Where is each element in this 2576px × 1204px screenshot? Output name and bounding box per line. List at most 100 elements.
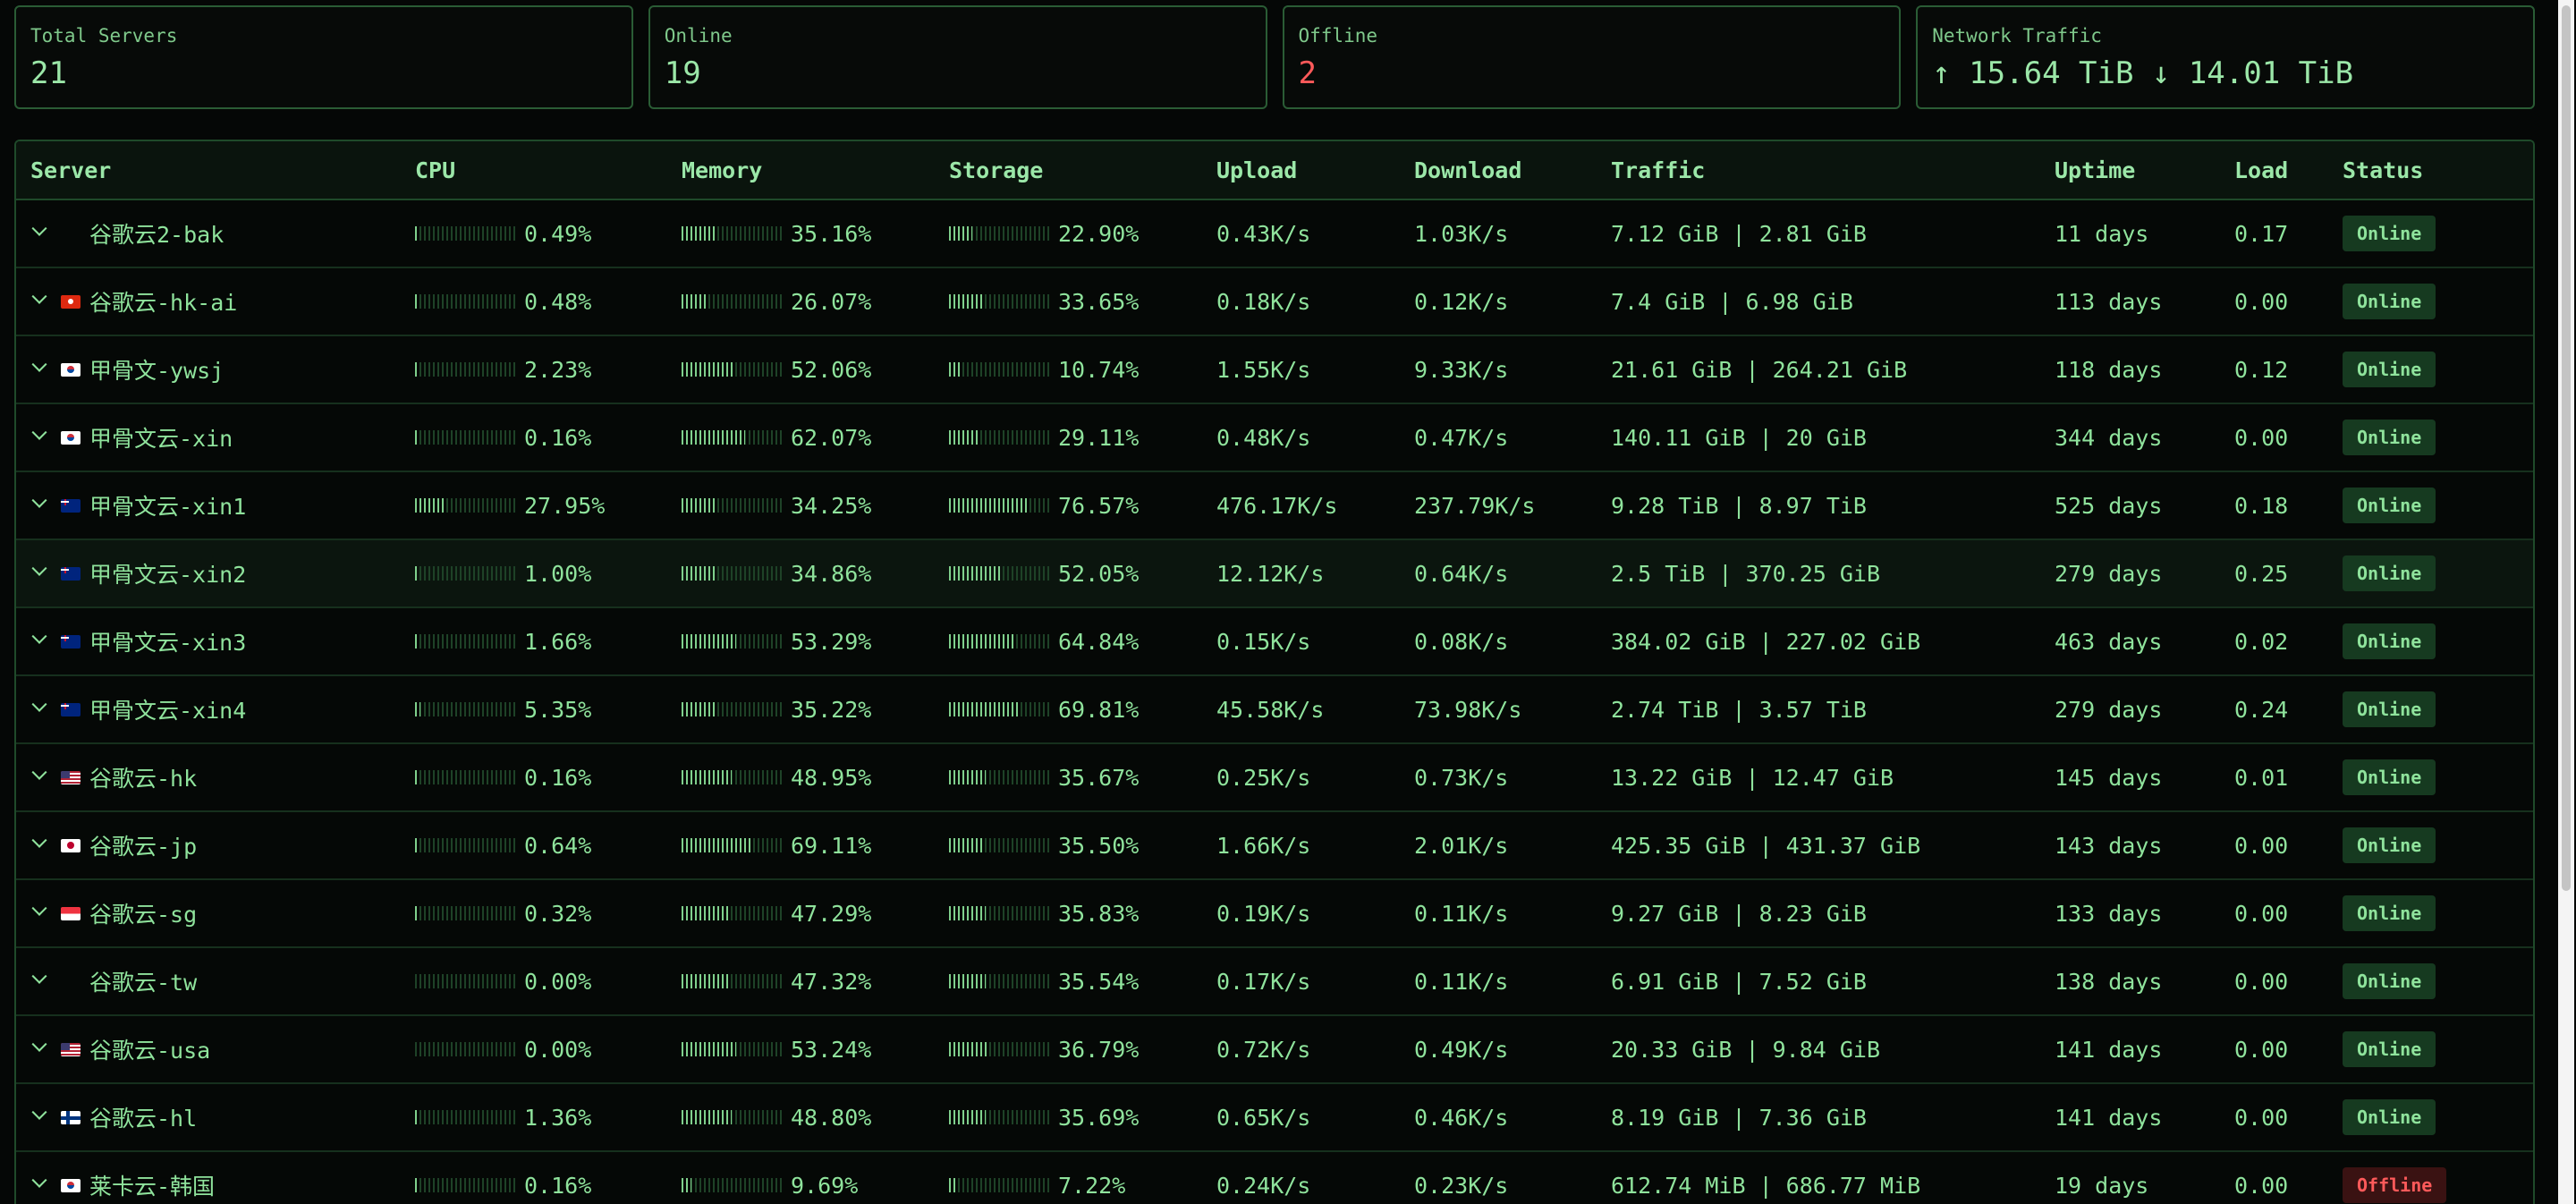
memory-usage-fill	[682, 362, 734, 377]
load-average: 0.02	[2234, 628, 2289, 655]
chevron-down-icon[interactable]	[31, 492, 47, 508]
upload-speed: 0.19K/s	[1216, 900, 1311, 927]
memory-cell: 53.29%	[682, 629, 949, 655]
upload-speed: 0.24K/s	[1216, 1172, 1311, 1199]
table-row[interactable]: 谷歌云-usa 0.00% 53.24% 36.79% 0.72K/s 0.49…	[16, 1016, 2533, 1084]
storage-cell: 69.81%	[949, 697, 1216, 723]
memory-usage-fill	[682, 1110, 732, 1124]
column-header-download[interactable]: Download	[1414, 157, 1611, 183]
download-speed: 73.98K/s	[1414, 696, 1522, 723]
upload-speed: 12.12K/s	[1216, 560, 1325, 587]
table-row[interactable]: 甲骨文云-xin 0.16% 62.07% 29.11% 0.48K/s 0.4…	[16, 404, 2533, 472]
cpu-usage-fill	[415, 362, 418, 377]
page-scrollbar[interactable]	[2558, 0, 2574, 1204]
country-flag-icon	[61, 430, 80, 445]
cpu-value: 0.32%	[524, 900, 592, 927]
uptime: 279 days	[2055, 560, 2163, 587]
storage-cell: 52.05%	[949, 561, 1216, 587]
storage-cell: 35.50%	[949, 833, 1216, 859]
cpu-value: 0.16%	[524, 424, 592, 451]
table-row[interactable]: 甲骨文云-xin3 1.66% 53.29% 64.84% 0.15K/s 0.…	[16, 608, 2533, 676]
column-header-server[interactable]: Server	[16, 157, 415, 183]
table-row[interactable]: 谷歌云2-bak 0.49% 35.16% 22.90% 0.43K/s 1.0…	[16, 200, 2533, 268]
chevron-down-icon[interactable]	[31, 1104, 47, 1120]
cpu-cell: 5.35%	[415, 697, 682, 723]
column-header-load[interactable]: Load	[2234, 157, 2343, 183]
scrollbar-thumb[interactable]	[2562, 5, 2571, 891]
country-flag-icon	[61, 975, 80, 988]
country-flag-icon	[61, 1178, 80, 1192]
country-flag-icon	[61, 227, 80, 241]
chevron-down-icon[interactable]	[31, 560, 47, 576]
server-cell: 谷歌云-hk	[16, 761, 415, 793]
cpu-cell: 2.23%	[415, 357, 682, 383]
chevron-down-icon[interactable]	[31, 1036, 47, 1052]
status-cell: Online	[2343, 420, 2521, 455]
storage-usage-bar	[949, 634, 1051, 649]
table-row[interactable]: 甲骨文-ywsj 2.23% 52.06% 10.74% 1.55K/s 9.3…	[16, 336, 2533, 404]
cpu-cell: 0.16%	[415, 765, 682, 791]
cpu-usage-bar	[415, 226, 517, 241]
status-badge: Online	[2343, 691, 2436, 727]
chevron-down-icon[interactable]	[31, 764, 47, 780]
chevron-down-icon[interactable]	[31, 968, 47, 984]
column-header-cpu[interactable]: CPU	[415, 157, 682, 183]
storage-usage-fill	[949, 498, 1027, 513]
cpu-usage-bar	[415, 498, 517, 513]
column-header-status[interactable]: Status	[2343, 157, 2521, 183]
cpu-cell: 0.00%	[415, 1037, 682, 1063]
server-name: 谷歌云-hk-ai	[89, 290, 238, 316]
load-average: 0.00	[2234, 1104, 2289, 1131]
table-row[interactable]: 谷歌云-sg 0.32% 47.29% 35.83% 0.19K/s 0.11K…	[16, 880, 2533, 948]
cpu-usage-bar	[415, 430, 517, 445]
memory-usage-bar	[682, 1042, 784, 1056]
memory-cell: 47.29%	[682, 901, 949, 927]
chevron-down-icon[interactable]	[31, 220, 47, 236]
status-cell: Online	[2343, 759, 2521, 795]
chevron-down-icon[interactable]	[31, 832, 47, 848]
chevron-down-icon[interactable]	[31, 628, 47, 644]
upload-speed: 0.15K/s	[1216, 628, 1311, 655]
memory-cell: 34.25%	[682, 493, 949, 519]
chevron-down-icon[interactable]	[31, 900, 47, 916]
status-badge: Online	[2343, 420, 2436, 455]
load-average: 0.01	[2234, 764, 2289, 791]
storage-cell: 22.90%	[949, 221, 1216, 247]
table-row[interactable]: 谷歌云-hl 1.36% 48.80% 35.69% 0.65K/s 0.46K…	[16, 1084, 2533, 1152]
server-name: 甲骨文云-xin2	[89, 562, 247, 588]
summary-stats: Total Servers 21 Online 19 Offline 2 Net…	[14, 5, 2535, 109]
table-row[interactable]: 谷歌云-hk 0.16% 48.95% 35.67% 0.25K/s 0.73K…	[16, 744, 2533, 812]
memory-value: 52.06%	[791, 356, 872, 383]
cpu-cell: 0.49%	[415, 221, 682, 247]
table-row[interactable]: 谷歌云-hk-ai 0.48% 26.07% 33.65% 0.18K/s 0.…	[16, 268, 2533, 336]
table-row[interactable]: 莱卡云-韩国 0.16% 9.69% 7.22% 0.24K/s 0.23K/s…	[16, 1152, 2533, 1204]
country-flag-icon	[61, 498, 80, 513]
chevron-down-icon[interactable]	[31, 1172, 47, 1188]
table-row[interactable]: 谷歌云-tw 0.00% 47.32% 35.54% 0.17K/s 0.11K…	[16, 948, 2533, 1016]
country-flag-icon	[61, 906, 80, 920]
stat-label: Online	[664, 25, 733, 47]
chevron-down-icon[interactable]	[31, 356, 47, 372]
chevron-down-icon[interactable]	[31, 288, 47, 304]
table-row[interactable]: 谷歌云-jp 0.64% 69.11% 35.50% 1.66K/s 2.01K…	[16, 812, 2533, 880]
column-header-storage[interactable]: Storage	[949, 157, 1216, 183]
column-header-memory[interactable]: Memory	[682, 157, 949, 183]
column-header-traffic[interactable]: Traffic	[1611, 157, 2055, 183]
cpu-usage-bar	[415, 906, 517, 920]
column-header-upload[interactable]: Upload	[1216, 157, 1414, 183]
table-row[interactable]: 甲骨文云-xin2 1.00% 34.86% 52.05% 12.12K/s 0…	[16, 540, 2533, 608]
table-body: 谷歌云2-bak 0.49% 35.16% 22.90% 0.43K/s 1.0…	[16, 200, 2533, 1204]
chevron-down-icon[interactable]	[31, 424, 47, 440]
chevron-down-icon[interactable]	[31, 696, 47, 712]
download-speed: 0.11K/s	[1414, 968, 1509, 995]
table-row[interactable]: 甲骨文云-xin1 27.95% 34.25% 76.57% 476.17K/s	[16, 472, 2533, 540]
memory-value: 26.07%	[791, 288, 872, 315]
status-cell: Online	[2343, 488, 2521, 523]
download-speed: 0.12K/s	[1414, 288, 1509, 315]
column-header-uptime[interactable]: Uptime	[2055, 157, 2234, 183]
memory-value: 34.25%	[791, 492, 872, 519]
memory-usage-bar	[682, 362, 784, 377]
memory-usage-fill	[682, 770, 732, 784]
server-name: 谷歌云2-bak	[89, 222, 225, 248]
table-row[interactable]: 甲骨文云-xin4 5.35% 35.22% 69.81% 45.58K/s 7…	[16, 676, 2533, 744]
